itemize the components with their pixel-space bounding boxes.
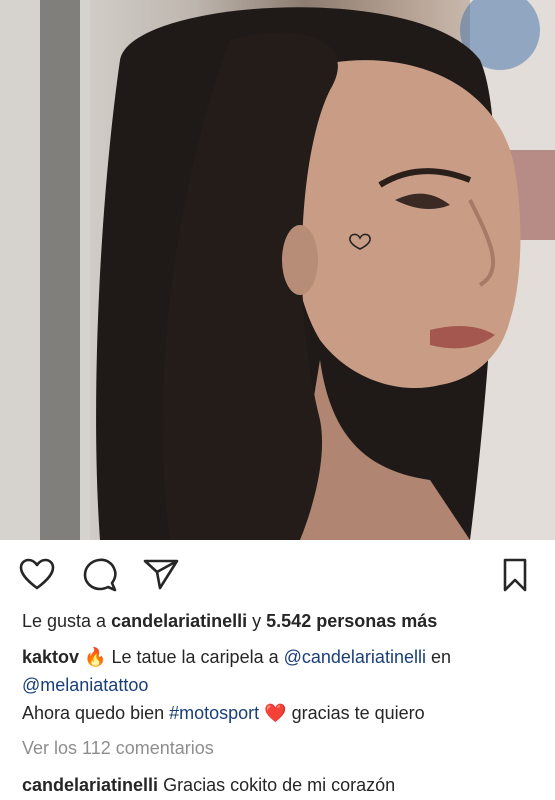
comment-user[interactable]: candelariatinelli: [22, 775, 158, 795]
hashtag-link[interactable]: #motosport: [169, 703, 259, 723]
likes-middle: y: [247, 611, 267, 631]
likes-count[interactable]: 5.542 personas más: [266, 611, 437, 631]
likes-user[interactable]: candelariatinelli: [111, 611, 247, 631]
mention-link[interactable]: @melaniatattoo: [22, 675, 148, 695]
likes-prefix: Le gusta a: [22, 611, 112, 631]
view-all-comments-link[interactable]: Ver los 112 comentarios: [22, 738, 214, 759]
caption-text-2: en: [425, 647, 451, 667]
caption-text-1: Le tatue la caripela a: [106, 647, 284, 667]
share-icon[interactable]: [143, 558, 179, 590]
post-photo[interactable]: [0, 0, 555, 540]
post-action-bar: [0, 540, 555, 610]
post-caption: kaktov 🔥 Le tatue la caripela a @candela…: [22, 643, 537, 727]
bookmark-icon[interactable]: [502, 558, 528, 592]
caption-line-3-end: gracias te quiero: [286, 703, 425, 723]
fire-emoji: 🔥: [84, 647, 107, 667]
photo-illustration: [0, 0, 555, 540]
likes-summary[interactable]: Le gusta a candelariatinelli y 5.542 per…: [22, 611, 437, 632]
heart-emoji: ❤️: [264, 703, 287, 723]
heart-icon[interactable]: [19, 558, 55, 590]
comment-icon[interactable]: [82, 558, 118, 592]
caption-line-3: Ahora quedo bien: [22, 703, 170, 723]
mention-link[interactable]: @candelariatinelli: [284, 647, 426, 667]
caption-author[interactable]: kaktov: [22, 647, 79, 667]
comment-item: candelariatinelli Gracias cokito de mi c…: [22, 775, 395, 796]
comment-text: Gracias cokito de mi corazón: [158, 775, 396, 795]
